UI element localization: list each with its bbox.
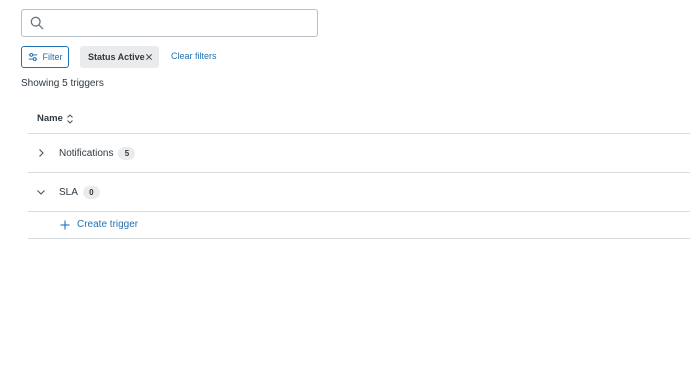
filter-icon	[28, 52, 37, 62]
filter-button[interactable]: Filter	[21, 46, 69, 68]
close-icon[interactable]	[145, 53, 153, 61]
name-column-header[interactable]: Name	[37, 113, 74, 124]
plus-icon	[60, 220, 70, 229]
create-trigger-row: Create trigger	[28, 212, 690, 239]
search-box[interactable]	[21, 9, 318, 37]
row-label: SLA 0	[59, 185, 100, 199]
create-trigger-button[interactable]: Create trigger	[60, 219, 138, 230]
status-filter-chip: Status Active	[80, 46, 159, 68]
count-badge: 0	[82, 185, 100, 199]
chip-label: Status Active	[88, 52, 145, 62]
group-name: SLA	[59, 186, 78, 198]
table-header: Name	[28, 104, 690, 134]
search-icon	[30, 16, 44, 30]
clear-filters-link[interactable]: Clear filters	[171, 51, 217, 61]
row-label: Notifications 5	[59, 146, 136, 160]
group-name: Notifications	[59, 147, 114, 159]
triggers-page: Filter Status Active Clear filters Showi…	[0, 0, 690, 376]
chevron-down-icon[interactable]	[36, 187, 46, 197]
table-row-notifications[interactable]: Notifications 5	[28, 134, 690, 173]
create-trigger-label: Create trigger	[77, 219, 139, 230]
chevron-right-icon[interactable]	[36, 148, 46, 158]
count-badge: 5	[118, 146, 136, 160]
filter-button-label: Filter	[42, 52, 63, 62]
sort-icon	[67, 113, 73, 124]
results-count: Showing 5 triggers	[21, 78, 104, 89]
name-column-label: Name	[37, 113, 63, 124]
search-input[interactable]	[50, 12, 317, 34]
triggers-table: Name Notifications 5 SLA 0 Create trigge…	[28, 104, 690, 239]
table-row-sla[interactable]: SLA 0	[28, 173, 690, 212]
